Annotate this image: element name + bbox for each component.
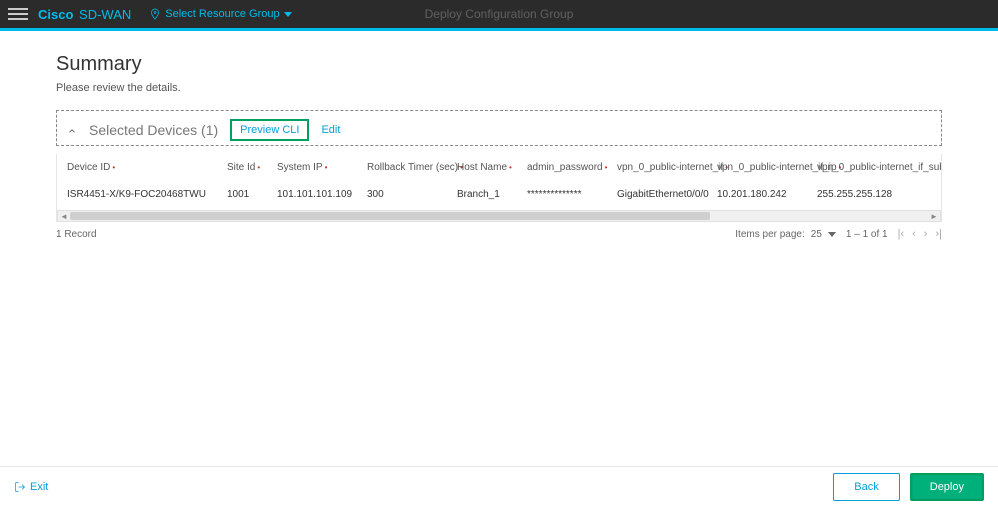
collapse-chevron-icon[interactable]: [67, 125, 77, 135]
back-button[interactable]: Back: [833, 473, 899, 501]
brand-cisco: Cisco: [38, 7, 73, 22]
page-subtitle: Please review the details.: [56, 82, 942, 94]
selected-devices-header: Selected Devices (1) Preview CLI Edit: [56, 110, 942, 146]
section-title: Selected Devices (1): [89, 122, 218, 138]
col-vpn-if-ip[interactable]: vpn_0_public-internet_if_ip•: [707, 154, 807, 181]
exit-label: Exit: [30, 481, 48, 493]
exit-link[interactable]: Exit: [14, 481, 48, 493]
cell-host-name: Branch_1: [447, 181, 517, 208]
pager-last-icon[interactable]: ›|: [935, 228, 942, 240]
col-site-id[interactable]: Site Id•: [217, 154, 267, 181]
cell-vpn-if-subnet: 255.255.255.128: [807, 181, 937, 208]
items-per-page-select[interactable]: 25: [811, 229, 836, 240]
footer-bar: Exit Back Deploy: [0, 466, 998, 506]
edit-link[interactable]: Edit: [321, 124, 340, 136]
pager-prev-icon[interactable]: ‹: [912, 228, 916, 240]
scroll-right-icon[interactable]: ►: [928, 211, 940, 221]
table-row[interactable]: ISR4451-X/K9-FOC20468TWU 1001 101.101.10…: [57, 181, 941, 208]
exit-icon: [14, 481, 26, 493]
col-vpn-static-net[interactable]: vpn_0_static_ipv4_network_addr•: [937, 154, 941, 181]
pager-nav: |‹ ‹ › ›|: [898, 228, 942, 240]
page-title: Summary: [56, 53, 942, 76]
pager-next-icon[interactable]: ›: [924, 228, 928, 240]
preview-cli-button[interactable]: Preview CLI: [230, 119, 309, 141]
resource-group-selector[interactable]: Select Resource Group: [149, 8, 291, 20]
horizontal-scrollbar[interactable]: ◄ ►: [57, 210, 941, 222]
topbar: Cisco SD-WAN Select Resource Group Deplo…: [0, 0, 998, 28]
chevron-down-icon: [828, 232, 836, 237]
cell-vpn-if: GigabitEthernet0/0/0: [607, 181, 707, 208]
cell-system-ip: 101.101.101.109: [267, 181, 357, 208]
pager: 1 Record Items per page: 25 1 – 1 of 1 |…: [56, 228, 942, 240]
cell-rollback: 300: [357, 181, 447, 208]
table-header-row: Device ID• Site Id• System IP• Rollback …: [57, 154, 941, 181]
pager-range: 1 – 1 of 1: [846, 229, 888, 240]
scroll-left-icon[interactable]: ◄: [58, 211, 70, 221]
main-content: Summary Please review the details. Selec…: [0, 31, 998, 240]
items-per-page: Items per page: 25: [735, 229, 836, 240]
pager-first-icon[interactable]: |‹: [898, 228, 905, 240]
col-vpn-if-subnet[interactable]: vpn_0_public-internet_if_subnet•: [807, 154, 937, 181]
cell-device-id: ISR4451-X/K9-FOC20468TWU: [57, 181, 217, 208]
col-device-id[interactable]: Device ID•: [57, 154, 217, 181]
hamburger-menu-icon[interactable]: [8, 8, 28, 20]
col-rollback[interactable]: Rollback Timer (sec)•: [357, 154, 447, 181]
cell-site-id: 1001: [217, 181, 267, 208]
devices-table: Device ID• Site Id• System IP• Rollback …: [56, 154, 942, 222]
location-pin-icon: [149, 8, 161, 20]
col-system-ip[interactable]: System IP•: [267, 154, 357, 181]
col-admin-password[interactable]: admin_password•: [517, 154, 607, 181]
brand: Cisco SD-WAN: [38, 7, 131, 22]
cell-vpn-static-net: 0.0.0.0: [937, 181, 941, 208]
record-count: 1 Record: [56, 229, 97, 240]
page-context-title: Deploy Configuration Group: [425, 7, 574, 21]
cell-vpn-if-ip: 10.201.180.242: [707, 181, 807, 208]
items-per-page-label: Items per page:: [735, 229, 804, 240]
resource-group-label: Select Resource Group: [165, 8, 279, 20]
col-host-name[interactable]: Host Name•: [447, 154, 517, 181]
col-vpn-if[interactable]: vpn_0_public-internet_if•: [607, 154, 707, 181]
items-per-page-value: 25: [811, 229, 822, 240]
deploy-button[interactable]: Deploy: [910, 473, 984, 501]
chevron-down-icon: [284, 12, 292, 17]
cell-admin-password: **************: [517, 181, 607, 208]
brand-sdwan: SD-WAN: [79, 7, 131, 22]
scrollbar-thumb[interactable]: [70, 212, 710, 220]
